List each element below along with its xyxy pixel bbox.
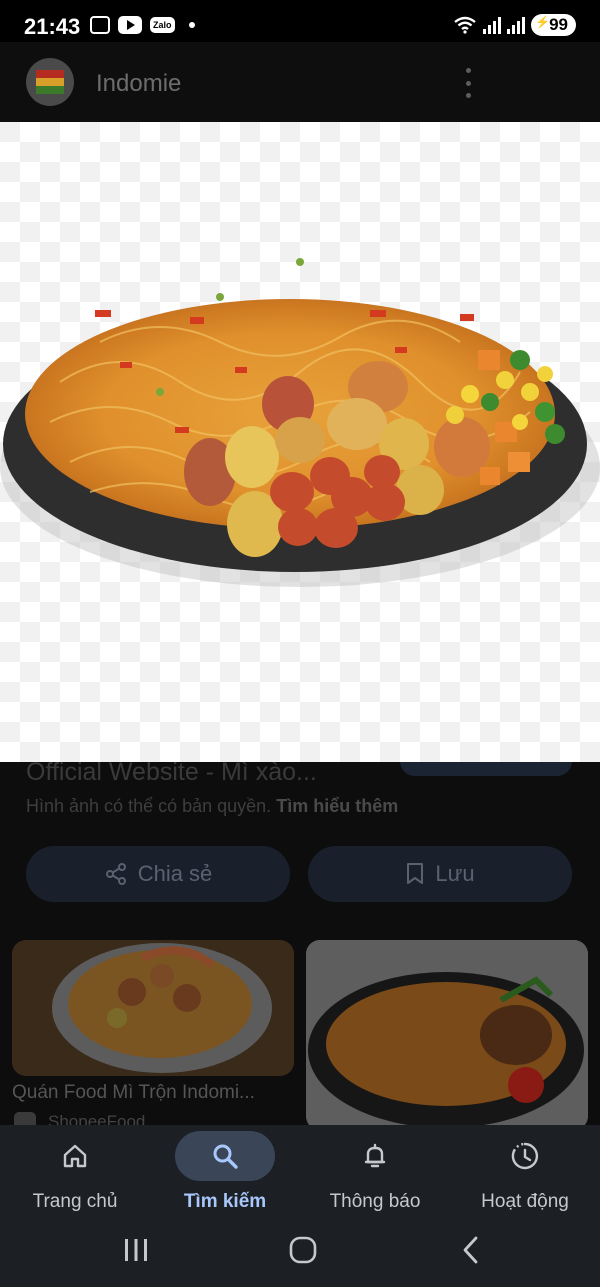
save-label: Lưu — [435, 861, 475, 886]
related-source: ShopeeFood — [48, 1112, 146, 1125]
copyright-text: Hình ảnh có thể có bản quyền. — [26, 796, 272, 816]
fried-noodles-plate-image — [0, 122, 600, 762]
related-caption[interactable]: Quán Food Mì Trộn Indomi... — [12, 1082, 255, 1104]
nav-home-label: Trang chủ — [32, 1191, 118, 1212]
more-notifications-icon — [188, 22, 195, 28]
share-button[interactable]: Chia sẻ — [26, 846, 290, 902]
source-favicon — [14, 1112, 36, 1125]
home-button[interactable] — [288, 1235, 318, 1270]
nav-notifications[interactable]: Thông báo — [300, 1131, 450, 1213]
home-icon — [63, 1144, 87, 1168]
signal-icon-2 — [507, 16, 526, 34]
save-button[interactable]: Lưu — [308, 846, 572, 902]
related-image-1[interactable] — [12, 940, 294, 1076]
main-image[interactable] — [0, 122, 600, 762]
site-title[interactable]: Indomie — [96, 70, 181, 98]
bottom-navigation: Trang chủ Tìm kiếm Thông báo Hoạt động — [0, 1125, 600, 1287]
result-title[interactable]: Official Website - Mì xào... — [26, 762, 317, 787]
related-image-2[interactable] — [306, 940, 588, 1125]
home-button-icon — [289, 1236, 317, 1264]
status-indicators: 99 — [453, 14, 576, 36]
nav-activity[interactable]: Hoạt động — [450, 1131, 600, 1213]
recents-button[interactable] — [122, 1237, 150, 1268]
notification-icons: Zalo — [90, 16, 195, 34]
wifi-icon — [454, 16, 476, 34]
screenshot-icon — [90, 16, 110, 34]
copyright-notice: Hình ảnh có thể có bản quyền. Tìm hiểu t… — [26, 796, 398, 817]
signal-icon — [483, 16, 502, 34]
nav-home[interactable]: Trang chủ — [0, 1131, 150, 1213]
bookmark-icon — [407, 863, 424, 884]
recents-icon — [125, 1239, 147, 1261]
search-icon — [213, 1144, 238, 1169]
search-result-panel: Official Website - Mì xào... Hình ảnh có… — [0, 762, 600, 1125]
bell-icon — [364, 1143, 386, 1168]
related-noodle-plate-image — [306, 940, 588, 1125]
nav-search[interactable]: Tìm kiếm — [150, 1131, 300, 1213]
learn-more-link[interactable]: Tìm hiểu thêm — [276, 796, 398, 816]
share-icon — [105, 863, 126, 885]
nav-activity-label: Hoạt động — [481, 1191, 569, 1212]
image-viewer-header: Indomie — [0, 42, 600, 122]
activity-icon — [511, 1142, 539, 1170]
share-label: Chia sẻ — [137, 861, 213, 886]
zalo-icon: Zalo — [150, 17, 175, 33]
nav-notifications-label: Thông báo — [329, 1191, 421, 1212]
back-button[interactable] — [458, 1235, 484, 1270]
site-logo[interactable] — [26, 58, 74, 106]
status-time: 21:43 — [24, 14, 81, 39]
related-noodle-image — [12, 940, 294, 1076]
more-options-icon[interactable] — [460, 68, 476, 98]
visit-button[interactable] — [400, 762, 572, 776]
battery-indicator: 99 — [531, 14, 576, 36]
youtube-icon — [118, 16, 142, 34]
back-icon — [463, 1236, 478, 1264]
nav-search-label: Tìm kiếm — [183, 1191, 267, 1212]
